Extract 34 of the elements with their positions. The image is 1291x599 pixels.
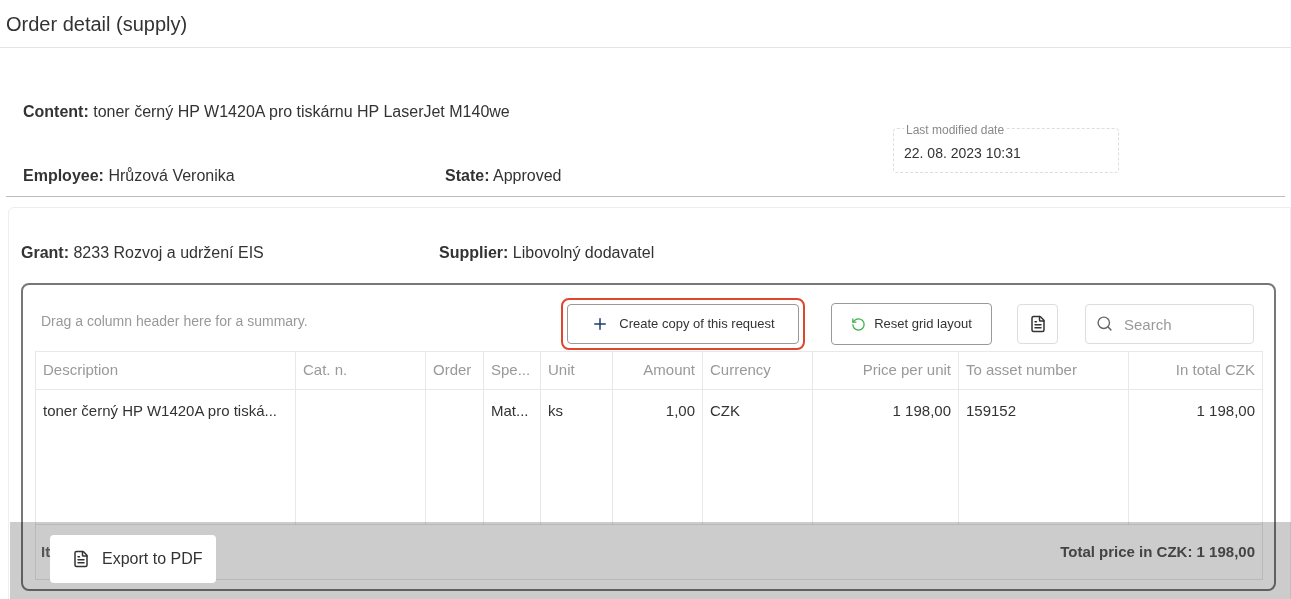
group-hint: Drag a column header here for a summary. [40, 311, 309, 331]
column-header[interactable]: Spe... [483, 351, 541, 390]
table-cell: Mat... [491, 402, 529, 419]
column-header[interactable]: Cat. n. [295, 351, 426, 390]
column-header[interactable]: Description [35, 351, 296, 390]
table-cell: 1,00 [665, 402, 695, 419]
search-icon [1096, 315, 1113, 332]
field-text: Grant: 8233 Rozvoj a udržení EIS [21, 244, 264, 261]
table-cell: 159152 [966, 402, 1017, 419]
column-header[interactable]: Price per unit [812, 351, 959, 390]
field-text: Supplier: Libovolný dodavatel [439, 243, 655, 263]
search-field[interactable]: Search [1085, 304, 1254, 344]
field-text: Employee: Hrůzová Veronika [23, 167, 235, 184]
items-count: It [41, 541, 51, 562]
column-header[interactable]: Unit [540, 351, 613, 390]
column-header[interactable]: Order [425, 351, 484, 390]
table-cell: 1 198,00 [1196, 402, 1255, 419]
table-cell: ks [548, 402, 563, 419]
column-header[interactable]: Currency [702, 351, 813, 390]
column-header[interactable]: Amount [612, 351, 703, 390]
table-cell: 1 198,00 [892, 402, 951, 419]
page-title: Order detail (supply) [6, 13, 188, 35]
table-cell: toner černý HP W1420A pro tiská... [43, 402, 277, 419]
create-copy-button[interactable]: Create copy of this request [567, 304, 799, 344]
column-header[interactable]: To asset number [958, 351, 1129, 390]
reset-layout-button[interactable]: Reset grid layout [831, 303, 992, 345]
field-text: State: Approved [445, 166, 562, 186]
export-pdf-button[interactable]: Export to PDF [50, 535, 216, 583]
reset-icon [851, 316, 867, 332]
total-price: Total price in CZK: 1 198,00 [1060, 541, 1255, 562]
field-text: Content: toner černý HP W1420A pro tiskárnu HP LaserJet M140we [23, 102, 511, 122]
table-cell: CZK [710, 402, 740, 419]
column-header[interactable]: In total CZK [1128, 351, 1263, 390]
excel-export-button[interactable] [1017, 304, 1058, 344]
